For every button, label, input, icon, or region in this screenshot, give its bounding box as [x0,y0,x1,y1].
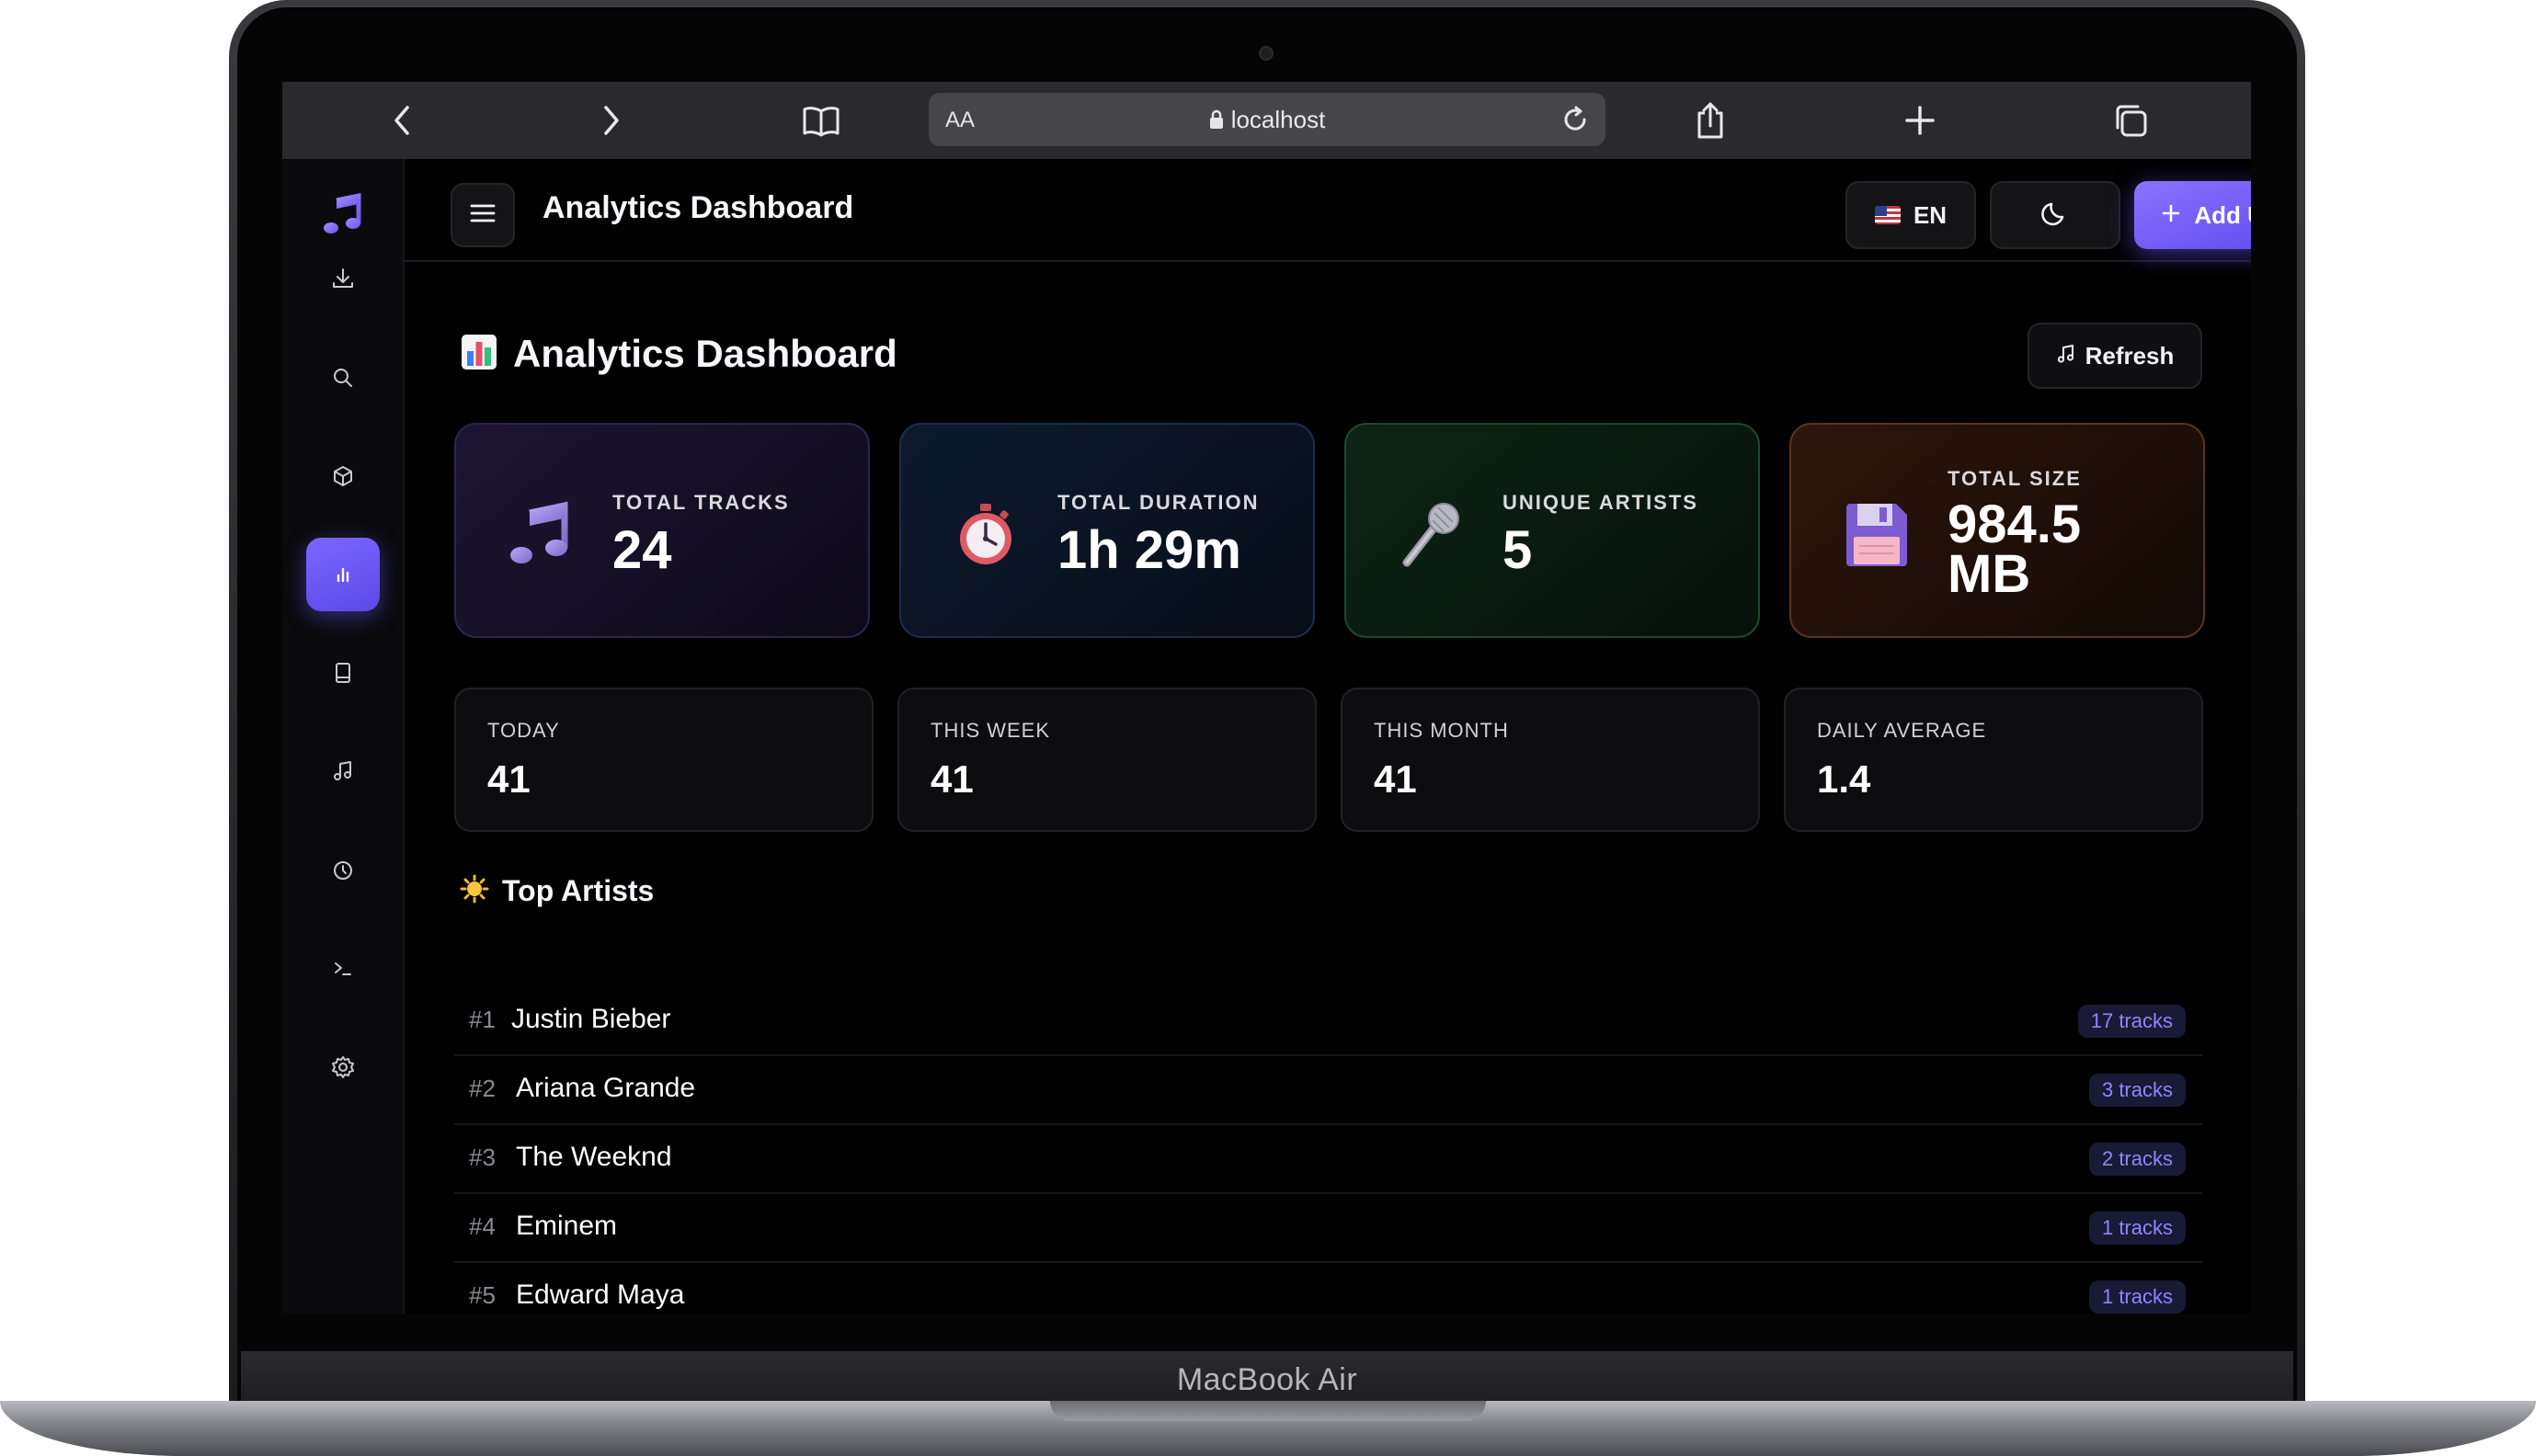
analytics-icon[interactable] [306,538,380,611]
add-url-button[interactable]: Add URL [2134,181,2251,249]
camera [1259,46,1274,61]
artist-row[interactable]: #5 Edward Maya 1 tracks [454,1263,2202,1314]
floppy-disk-icon [1839,498,1913,572]
bar-chart-icon [460,333,498,376]
refresh-label: Refresh [2085,341,2175,370]
stat-label: TOTAL SIZE [1948,467,2082,490]
stat-card-unique-artists: UNIQUE ARTISTS 5 [1344,423,1760,638]
language-label: EN [1913,200,1948,229]
artist-rank: #1 [469,1006,496,1033]
screen: AA localhost Analytics Dashboard EN Add … [282,82,2251,1314]
download-icon[interactable] [306,242,380,315]
stat-card-total-size: TOTAL SIZE 984.5 MB [1789,423,2205,638]
artist-name: Justin Bieber [511,1004,671,1034]
tracks-count-badge: 3 tracks [2088,1074,2186,1107]
forward-icon[interactable] [588,98,633,142]
laptop-hinge-notch [1050,1401,1486,1421]
artist-name: Edward Maya [516,1280,685,1310]
artist-row[interactable]: #1 Justin Bieber 17 tracks [454,987,2202,1056]
period-card-this-month: THIS MONTH 41 [1341,688,1760,832]
page-title-row: Analytics Dashboard [460,332,897,376]
artist-name: Eminem [516,1211,618,1241]
library-icon[interactable] [306,636,380,710]
period-label: DAILY AVERAGE [1817,719,1987,742]
stopwatch-icon [949,498,1022,572]
artist-name: The Weeknd [516,1142,672,1172]
stat-label: UNIQUE ARTISTS [1502,491,1698,514]
bookmarks-icon[interactable] [799,98,843,142]
url-text: localhost [1230,106,1326,133]
artist-rank: #4 [469,1212,496,1240]
period-label: THIS MONTH [1374,719,1509,742]
tracks-count-badge: 1 tracks [2088,1280,2186,1314]
tabs-overview-icon[interactable] [2108,98,2153,142]
sun-icon [460,874,489,908]
period-value: 41 [931,757,974,801]
browser-toolbar: AA localhost [282,82,2251,159]
top-artists-header: Top Artists [460,874,654,908]
package-icon[interactable] [306,439,380,513]
artist-name: Ariana Grande [516,1073,696,1103]
back-icon[interactable] [381,98,425,142]
hamburger-icon [469,202,497,229]
refresh-button[interactable]: Refresh [2028,323,2202,389]
period-value: 41 [487,757,531,801]
theme-toggle-button[interactable] [1990,181,2120,249]
tracks-count-badge: 17 tracks [2077,1005,2186,1038]
microphone-icon [1394,498,1468,572]
stat-value: 5 [1502,520,1533,580]
stat-card-total-duration: TOTAL DURATION 1h 29m [899,423,1315,638]
us-flag-icon [1874,206,1901,224]
period-label: THIS WEEK [931,719,1051,742]
period-value: 1.4 [1817,757,1871,801]
stat-value: 984.5 MB [1948,495,2082,604]
app-header: Analytics Dashboard EN Add URL [405,159,2251,262]
artist-row[interactable]: #3 The Weeknd 2 tracks [454,1125,2202,1194]
header-title: Analytics Dashboard [543,190,854,225]
period-card-daily-average: DAILY AVERAGE 1.4 [1784,688,2203,832]
search-icon[interactable] [306,341,380,415]
tracks-count-badge: 1 tracks [2088,1211,2186,1245]
stat-label: TOTAL DURATION [1057,491,1260,514]
page-title: Analytics Dashboard [513,332,897,375]
moon-icon [2040,199,2070,233]
terminal-icon[interactable] [306,932,380,1006]
stat-value: 24 [612,520,672,580]
app-logo-icon[interactable] [306,177,380,251]
address-url: localhost [929,106,1605,136]
lock-icon [1209,108,1224,136]
artist-rank: #3 [469,1143,496,1171]
stat-card-total-tracks: TOTAL TRACKS 24 [454,423,870,638]
stat-label: TOTAL TRACKS [612,491,790,514]
artist-rank: #2 [469,1075,496,1102]
add-url-label: Add URL [2194,200,2251,229]
music-note-icon [504,498,577,572]
period-label: TODAY [487,719,560,742]
plus-icon [2161,201,2181,230]
device-label: MacBook Air [1176,1361,1358,1397]
new-tab-icon[interactable] [1898,98,1942,142]
music-note-icon [2056,342,2076,370]
artist-row[interactable]: #2 Ariana Grande 3 tracks [454,1056,2202,1125]
top-artists-title: Top Artists [502,874,655,907]
laptop-chin: MacBook Air [241,1351,2293,1408]
period-card-today: TODAY 41 [454,688,874,832]
menu-button[interactable] [451,183,515,247]
share-icon[interactable] [1688,98,1732,142]
period-card-this-week: THIS WEEK 41 [897,688,1317,832]
artist-row[interactable]: #4 Eminem 1 tracks [454,1194,2202,1263]
music-icon[interactable] [306,734,380,808]
sidebar [282,159,405,1314]
history-icon[interactable] [306,834,380,907]
period-value: 41 [1374,757,1417,801]
address-bar[interactable]: AA localhost [929,93,1605,146]
tracks-count-badge: 2 tracks [2088,1143,2186,1176]
stat-value: 1h 29m [1057,520,1241,580]
language-button[interactable]: EN [1845,181,1976,249]
reload-icon[interactable] [1554,98,1596,141]
artist-rank: #5 [469,1281,496,1309]
settings-icon[interactable] [306,1030,380,1104]
